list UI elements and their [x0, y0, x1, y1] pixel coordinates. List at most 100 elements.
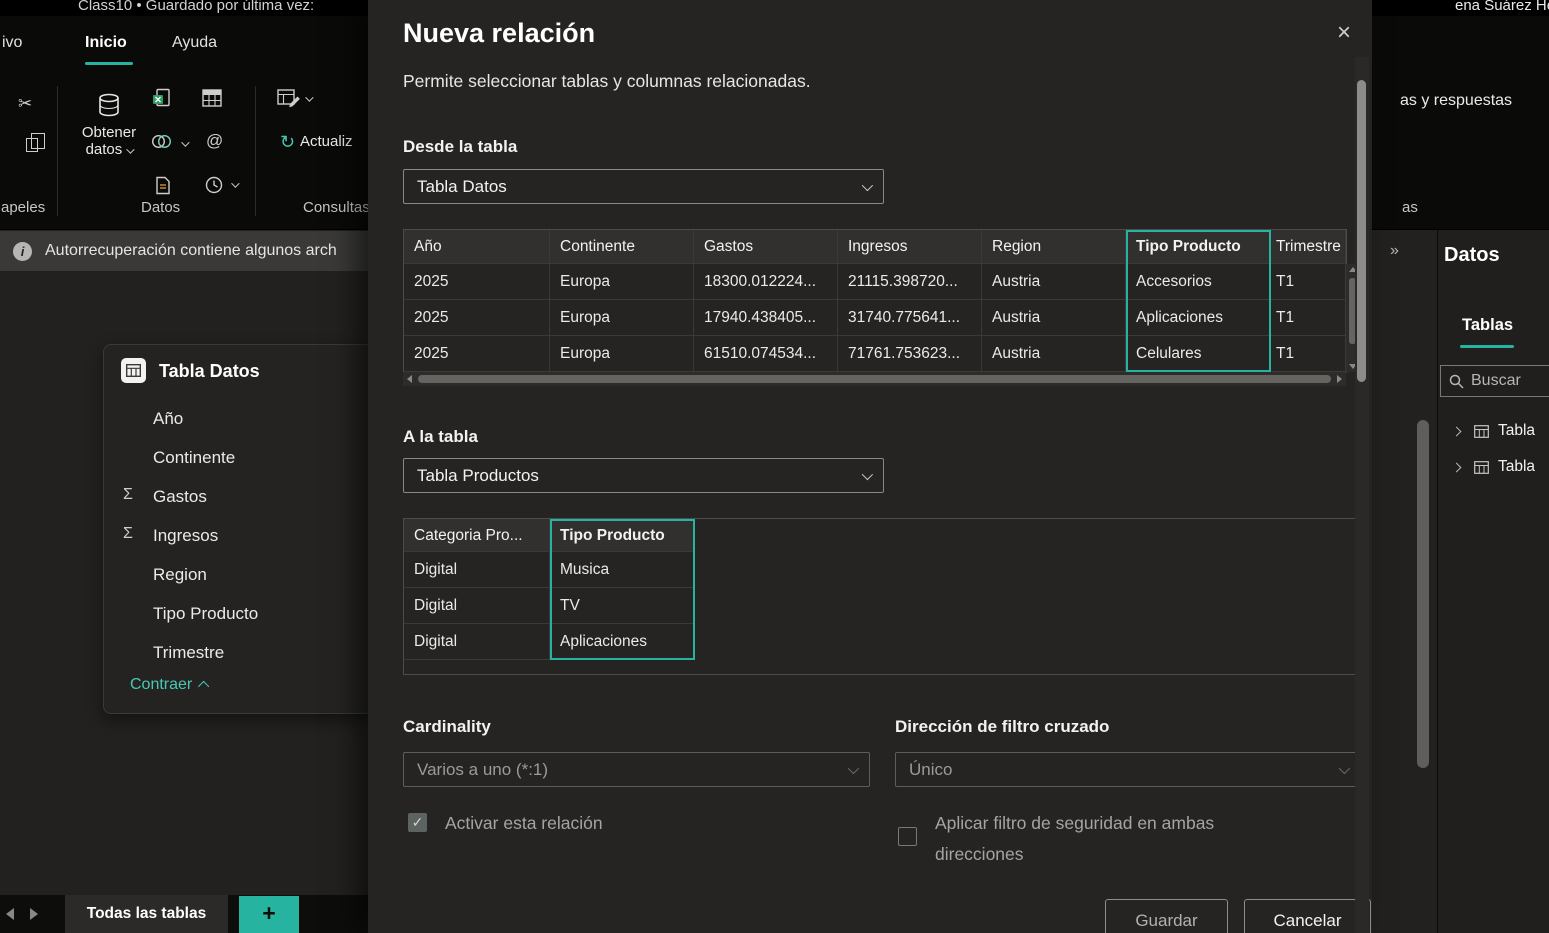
scrollbar-thumb[interactable] — [418, 375, 1331, 383]
table-cell[interactable]: 17940.438405... — [694, 300, 838, 336]
table-cell[interactable]: Austria — [982, 300, 1126, 336]
excel-workbook-icon[interactable] — [152, 88, 171, 112]
add-sheet-button[interactable]: + — [239, 896, 299, 933]
dataverse-at-icon[interactable]: @ — [206, 131, 223, 151]
to-table-label: A la tabla — [403, 427, 478, 447]
from-table-dropdown[interactable]: Tabla Datos — [403, 169, 884, 204]
table-cell[interactable]: Austria — [982, 336, 1126, 372]
table-cell[interactable]: Accesorios — [1126, 264, 1270, 300]
table-cell[interactable]: Digital — [404, 552, 550, 588]
transform-data-icon[interactable] — [277, 88, 301, 114]
dataverse-icon[interactable] — [151, 134, 172, 154]
tab-tablas[interactable]: Tablas — [1462, 316, 1513, 335]
table-cell[interactable]: 21115.398720... — [838, 264, 982, 300]
table-cell[interactable]: 2025 — [404, 336, 550, 372]
group-data-label: Datos — [141, 199, 180, 216]
chevron-down-icon[interactable] — [305, 93, 313, 101]
chevron-right-icon[interactable] — [1452, 463, 1462, 473]
field-item[interactable]: Gastos — [153, 487, 207, 507]
refresh-icon[interactable]: ↻ — [280, 132, 295, 153]
column-header[interactable]: Categoria Pro... — [404, 519, 550, 552]
sheet-tab[interactable]: Todas las tablas — [65, 895, 228, 933]
chevron-down-icon — [1339, 762, 1350, 773]
copy-icon[interactable] — [26, 138, 38, 152]
column-header[interactable]: Continente — [550, 230, 694, 264]
get-data-button[interactable]: Obtener datos — [78, 92, 140, 158]
canvas-scrollbar[interactable] — [1417, 420, 1429, 768]
table-tree-item[interactable]: Tabla — [1438, 417, 1549, 447]
column-header[interactable]: Trimestre — [1270, 230, 1346, 264]
q-and-a-label[interactable]: as y respuestas — [1400, 92, 1512, 110]
recent-icon[interactable] — [205, 176, 223, 199]
group-clipboard-label: apeles — [1, 199, 45, 216]
field-item[interactable]: Año — [153, 409, 183, 429]
table-cell[interactable]: 71761.753623... — [838, 336, 982, 372]
close-icon[interactable]: × — [1330, 20, 1358, 48]
enter-data-icon[interactable] — [202, 89, 222, 112]
column-header[interactable]: Ingresos — [838, 230, 982, 264]
chevron-right-icon[interactable] — [1452, 427, 1462, 437]
table-cell[interactable]: Aplicaciones — [550, 624, 694, 660]
fields-pane-title: Tabla Datos — [159, 361, 260, 382]
search-icon — [1449, 374, 1464, 389]
collapse-pane-icon[interactable]: » — [1390, 242, 1399, 260]
table-cell[interactable]: Celulares — [1126, 336, 1270, 372]
cardinality-dropdown[interactable]: Varios a uno (*:1) — [403, 752, 870, 787]
cross-filter-dropdown[interactable]: Único — [895, 752, 1361, 787]
field-item[interactable]: Ingresos — [153, 526, 218, 546]
chevron-down-icon[interactable] — [181, 138, 189, 146]
to-table-dropdown[interactable]: Tabla Productos — [403, 458, 884, 493]
refresh-label[interactable]: Actualiz — [300, 133, 353, 150]
security-filter-checkbox[interactable] — [898, 827, 917, 846]
field-item[interactable]: Tipo Producto — [153, 604, 258, 624]
table-cell[interactable]: T1 — [1270, 300, 1346, 336]
table-cell[interactable]: 2025 — [404, 300, 550, 336]
table-cell[interactable]: Austria — [982, 264, 1126, 300]
table-cell[interactable]: 31740.775641... — [838, 300, 982, 336]
scroll-left-icon[interactable] — [407, 375, 412, 383]
tab-archivo[interactable]: ivo — [2, 34, 22, 52]
collapse-link[interactable]: Contraer — [130, 676, 209, 694]
autorecovery-notification[interactable]: i Autorrecuperación contiene algunos arc… — [0, 231, 368, 271]
table-cell[interactable]: 18300.012224... — [694, 264, 838, 300]
column-header[interactable]: Gastos — [694, 230, 838, 264]
tab-ayuda[interactable]: Ayuda — [172, 34, 217, 52]
recent-sources-icon[interactable] — [155, 176, 171, 200]
table-cell[interactable]: 61510.074534... — [694, 336, 838, 372]
prev-sheet-icon[interactable] — [6, 908, 14, 920]
table-cell[interactable]: Digital — [404, 624, 550, 660]
table-cell[interactable]: Digital — [404, 588, 550, 624]
cut-icon[interactable]: ✂ — [18, 94, 32, 114]
field-item[interactable]: Region — [153, 565, 207, 585]
scroll-right-icon[interactable] — [1337, 375, 1342, 383]
tab-inicio[interactable]: Inicio — [85, 34, 127, 52]
cancel-button[interactable]: Cancelar — [1244, 899, 1371, 933]
user-name: ena Suárez Herna — [1455, 0, 1549, 14]
field-item[interactable]: Continente — [153, 448, 235, 468]
from-table-label: Desde la tabla — [403, 137, 517, 157]
field-item[interactable]: Trimestre — [153, 643, 224, 663]
table-cell[interactable]: T1 — [1270, 336, 1346, 372]
table-cell[interactable]: Europa — [550, 336, 694, 372]
from-table-horizontal-scrollbar[interactable] — [403, 372, 1346, 386]
table-cell[interactable]: Aplicaciones — [1126, 300, 1270, 336]
table-cell[interactable]: T1 — [1270, 264, 1346, 300]
column-header-selected[interactable]: Tipo Producto — [550, 519, 694, 552]
column-header-selected[interactable]: Tipo Producto — [1126, 230, 1270, 264]
activate-relationship-checkbox[interactable]: ✓ — [408, 813, 427, 832]
search-input[interactable] — [1471, 372, 1541, 390]
chevron-down-icon — [862, 468, 873, 479]
next-sheet-icon[interactable] — [30, 908, 38, 920]
table-cell[interactable]: Musica — [550, 552, 694, 588]
chevron-down-icon[interactable] — [231, 179, 239, 187]
table-tree-item[interactable]: Tabla — [1438, 453, 1549, 483]
save-button[interactable]: Guardar — [1105, 899, 1228, 933]
dialog-scrollbar[interactable] — [1355, 57, 1369, 933]
column-header[interactable]: Año — [404, 230, 550, 264]
scrollbar-thumb[interactable] — [1357, 80, 1366, 382]
table-cell[interactable]: Europa — [550, 264, 694, 300]
table-cell[interactable]: 2025 — [404, 264, 550, 300]
table-cell[interactable]: TV — [550, 588, 694, 624]
column-header[interactable]: Region — [982, 230, 1126, 264]
table-cell[interactable]: Europa — [550, 300, 694, 336]
